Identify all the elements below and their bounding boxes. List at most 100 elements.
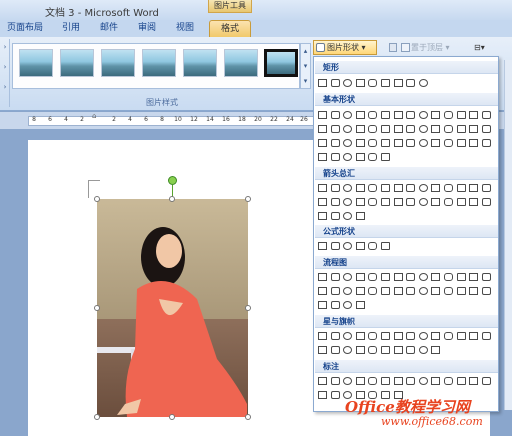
shape-option[interactable] bbox=[418, 332, 428, 340]
shape-option[interactable] bbox=[318, 212, 327, 220]
shape-option[interactable] bbox=[330, 391, 340, 399]
shape-option[interactable] bbox=[456, 377, 466, 385]
shape-option[interactable] bbox=[406, 111, 416, 119]
picture-style-thumbnail[interactable] bbox=[60, 49, 94, 77]
shape-option[interactable] bbox=[444, 287, 453, 295]
shape-option[interactable] bbox=[481, 332, 491, 340]
shape-option[interactable] bbox=[418, 198, 428, 206]
shape-option[interactable] bbox=[343, 287, 353, 295]
shape-option[interactable] bbox=[330, 377, 340, 385]
shape-option[interactable] bbox=[469, 111, 479, 119]
shape-option[interactable] bbox=[330, 153, 340, 161]
shape-option[interactable] bbox=[418, 273, 428, 281]
shape-option[interactable] bbox=[469, 273, 479, 281]
shape-option[interactable] bbox=[418, 287, 428, 295]
inserted-picture[interactable] bbox=[97, 199, 248, 417]
shape-option[interactable] bbox=[418, 346, 428, 354]
shape-option[interactable] bbox=[393, 198, 403, 206]
resize-handle-top[interactable] bbox=[169, 196, 175, 202]
shape-option[interactable] bbox=[481, 111, 491, 119]
shape-option[interactable] bbox=[343, 346, 353, 354]
shape-option[interactable] bbox=[469, 198, 479, 206]
shape-option[interactable] bbox=[343, 301, 353, 309]
shape-option[interactable] bbox=[469, 332, 479, 340]
shape-option[interactable] bbox=[343, 212, 353, 220]
shape-option[interactable] bbox=[456, 198, 466, 206]
shape-option[interactable] bbox=[381, 111, 390, 119]
shape-option[interactable] bbox=[318, 391, 327, 399]
resize-handle-top-left[interactable] bbox=[94, 196, 100, 202]
shape-option[interactable] bbox=[381, 287, 390, 295]
shape-option[interactable] bbox=[330, 212, 340, 220]
shape-option[interactable] bbox=[355, 301, 365, 309]
shape-option[interactable] bbox=[318, 153, 327, 161]
shape-option[interactable] bbox=[343, 125, 353, 133]
shape-option[interactable] bbox=[406, 287, 416, 295]
shape-option[interactable] bbox=[355, 184, 365, 192]
resize-handle-bottom-left[interactable] bbox=[94, 414, 100, 420]
gallery-scrollbar[interactable]: ▴ ▾ ▾ bbox=[300, 43, 311, 89]
resize-handle-right[interactable] bbox=[245, 305, 251, 311]
shape-option[interactable] bbox=[431, 346, 441, 354]
shape-option[interactable] bbox=[355, 79, 365, 87]
shape-option[interactable] bbox=[381, 139, 390, 147]
shape-option[interactable] bbox=[456, 184, 466, 192]
shape-option[interactable] bbox=[456, 125, 466, 133]
shape-option[interactable] bbox=[330, 198, 340, 206]
shape-option[interactable] bbox=[444, 125, 453, 133]
shape-option[interactable] bbox=[318, 273, 327, 281]
shape-option[interactable] bbox=[456, 111, 466, 119]
picture-shape-button[interactable]: 图片形状 ▾ bbox=[313, 40, 377, 55]
ribbon-left-arrow-icon[interactable]: › bbox=[1, 43, 9, 51]
resize-handle-left[interactable] bbox=[94, 305, 100, 311]
shape-option[interactable] bbox=[318, 287, 327, 295]
shape-option[interactable] bbox=[355, 111, 365, 119]
shape-option[interactable] bbox=[318, 346, 327, 354]
shape-option[interactable] bbox=[330, 139, 340, 147]
shape-option[interactable] bbox=[381, 125, 390, 133]
picture-style-thumbnail[interactable] bbox=[101, 49, 135, 77]
shape-option[interactable] bbox=[406, 184, 416, 192]
shape-option[interactable] bbox=[406, 79, 416, 87]
shape-option[interactable] bbox=[469, 184, 479, 192]
shape-option[interactable] bbox=[368, 184, 378, 192]
tab-references[interactable]: 引用 bbox=[58, 20, 84, 37]
shape-option[interactable] bbox=[330, 346, 340, 354]
picture-style-thumbnail[interactable] bbox=[224, 49, 258, 77]
shape-option[interactable] bbox=[418, 139, 428, 147]
shape-option[interactable] bbox=[456, 332, 466, 340]
resize-handle-bottom[interactable] bbox=[169, 414, 175, 420]
picture-style-thumbnail[interactable] bbox=[19, 49, 53, 77]
shape-option[interactable] bbox=[318, 332, 327, 340]
gallery-up-icon[interactable]: ▴ bbox=[301, 44, 310, 58]
shape-option[interactable] bbox=[406, 377, 416, 385]
shape-option[interactable] bbox=[368, 198, 378, 206]
shape-option[interactable] bbox=[355, 242, 365, 250]
shape-option[interactable] bbox=[444, 139, 453, 147]
shape-option[interactable] bbox=[330, 79, 340, 87]
shape-option[interactable] bbox=[393, 79, 403, 87]
shape-option[interactable] bbox=[393, 139, 403, 147]
shape-option[interactable] bbox=[406, 139, 416, 147]
picture-style-thumbnail[interactable] bbox=[142, 49, 176, 77]
shape-option[interactable] bbox=[381, 273, 390, 281]
bring-to-front-button[interactable]: 置于顶层 ▾ bbox=[387, 41, 465, 54]
shape-option[interactable] bbox=[418, 377, 428, 385]
shape-option[interactable] bbox=[368, 153, 378, 161]
shape-option[interactable] bbox=[469, 139, 479, 147]
shape-option[interactable] bbox=[355, 332, 365, 340]
shape-option[interactable] bbox=[406, 198, 416, 206]
shape-option[interactable] bbox=[318, 242, 327, 250]
shape-option[interactable] bbox=[444, 377, 453, 385]
shape-option[interactable] bbox=[444, 332, 453, 340]
shape-option[interactable] bbox=[368, 139, 378, 147]
shape-option[interactable] bbox=[431, 139, 441, 147]
tab-format[interactable]: 格式 bbox=[209, 20, 251, 37]
ribbon-left-arrow-icon[interactable]: › bbox=[1, 83, 9, 91]
gallery-down-icon[interactable]: ▾ bbox=[301, 59, 310, 73]
shape-option[interactable] bbox=[381, 242, 390, 250]
shape-option[interactable] bbox=[343, 153, 353, 161]
shape-option[interactable] bbox=[368, 111, 378, 119]
dropdown-scrollbar[interactable] bbox=[504, 60, 512, 410]
shape-option[interactable] bbox=[456, 273, 466, 281]
